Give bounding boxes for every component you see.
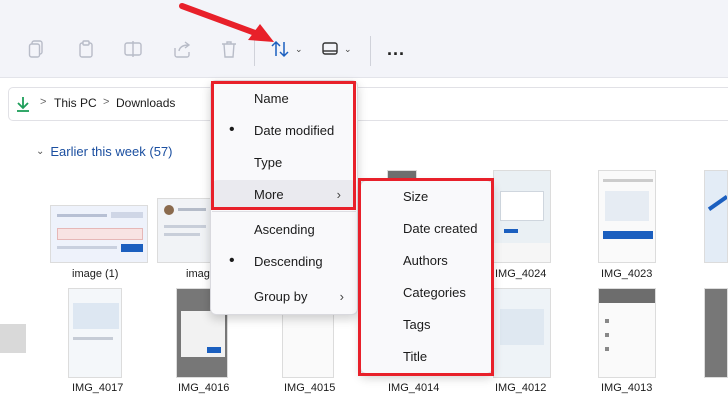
view-icon[interactable]: [319, 36, 341, 62]
sort-by-date-created[interactable]: Date created: [403, 221, 477, 236]
sort-by-date-modified[interactable]: • Date modified: [210, 116, 358, 144]
file-name[interactable]: IMG_4013: [601, 382, 652, 394]
view-chevron-icon[interactable]: ⌄: [344, 44, 352, 55]
file-thumbnail[interactable]: [704, 170, 728, 263]
sort-by-categories[interactable]: Categories: [403, 285, 466, 300]
group-header[interactable]: ⌄ Earlier this week (57): [36, 144, 173, 159]
breadcrumb-separator: >: [40, 96, 47, 108]
file-thumbnail[interactable]: [50, 205, 148, 263]
file-name[interactable]: IMG_4023: [601, 268, 652, 280]
group-title: Earlier this week (57): [50, 144, 173, 159]
order-descending[interactable]: • Descending: [210, 247, 358, 275]
submenu-arrow-icon: ›: [336, 186, 341, 202]
file-thumbnail[interactable]: [68, 288, 122, 378]
file-name[interactable]: IMG_4017: [72, 382, 123, 394]
more-submenu: [360, 180, 493, 374]
file-thumbnail[interactable]: [282, 310, 334, 378]
copy-icon[interactable]: [25, 36, 47, 62]
selected-bullet-icon: •: [229, 252, 235, 269]
annotation-arrow-icon: [179, 3, 274, 42]
file-thumbnail[interactable]: [493, 170, 551, 263]
collapse-chevron-icon[interactable]: ⌄: [36, 146, 44, 157]
file-name[interactable]: IMG_4012: [495, 382, 546, 394]
paste-icon[interactable]: [75, 36, 97, 62]
downloads-icon: [17, 97, 29, 112]
sort-by-tags[interactable]: Tags: [403, 317, 430, 332]
menu-item-label: Descending: [254, 253, 323, 269]
breadcrumb-separator: >: [103, 96, 110, 108]
file-thumbnail[interactable]: [493, 288, 551, 378]
sort-by-title[interactable]: Title: [403, 349, 427, 364]
file-name[interactable]: imag: [186, 268, 210, 280]
file-name[interactable]: IMG_4014: [388, 382, 439, 394]
sort-by-size[interactable]: Size: [403, 189, 428, 204]
sort-by-more[interactable]: More ›: [213, 180, 355, 208]
file-thumbnail[interactable]: [157, 198, 211, 263]
rename-icon[interactable]: [122, 36, 144, 62]
file-name[interactable]: IMG_4024: [495, 268, 546, 280]
file-thumbnail[interactable]: [598, 288, 656, 378]
menu-item-label: Name: [254, 90, 289, 106]
menu-item-label: Type: [254, 154, 283, 170]
menu-item-label: Ascending: [254, 221, 315, 237]
breadcrumb-downloads[interactable]: Downloads: [116, 96, 175, 110]
file-name[interactable]: IMG_4015: [284, 382, 335, 394]
sort-by-authors[interactable]: Authors: [403, 253, 448, 268]
sort-by-name[interactable]: Name: [210, 84, 358, 112]
menu-item-label: Date modified: [254, 122, 335, 138]
menu-item-label: More: [254, 186, 284, 202]
menu-item-label: Group by: [254, 288, 308, 304]
breadcrumb-this-pc[interactable]: This PC: [54, 96, 97, 110]
order-ascending[interactable]: Ascending: [210, 215, 358, 243]
selected-bullet-icon: •: [229, 121, 235, 138]
submenu-arrow-icon: ›: [339, 288, 344, 304]
sort-by-type[interactable]: Type: [210, 148, 358, 176]
file-thumbnail[interactable]: [704, 288, 728, 378]
file-name[interactable]: IMG_4016: [178, 382, 229, 394]
file-name[interactable]: image (1): [72, 268, 118, 280]
toolbar-divider: [370, 36, 371, 66]
more-options-icon[interactable]: ...: [383, 36, 409, 62]
nav-pane-selection[interactable]: [0, 324, 26, 353]
sort-chevron-icon[interactable]: ⌄: [295, 44, 303, 55]
command-bar: ⌄ ⌄ ...: [0, 0, 728, 78]
file-thumbnail[interactable]: [598, 170, 656, 263]
group-by[interactable]: Group by ›: [210, 282, 358, 310]
menu-divider: [212, 211, 356, 212]
